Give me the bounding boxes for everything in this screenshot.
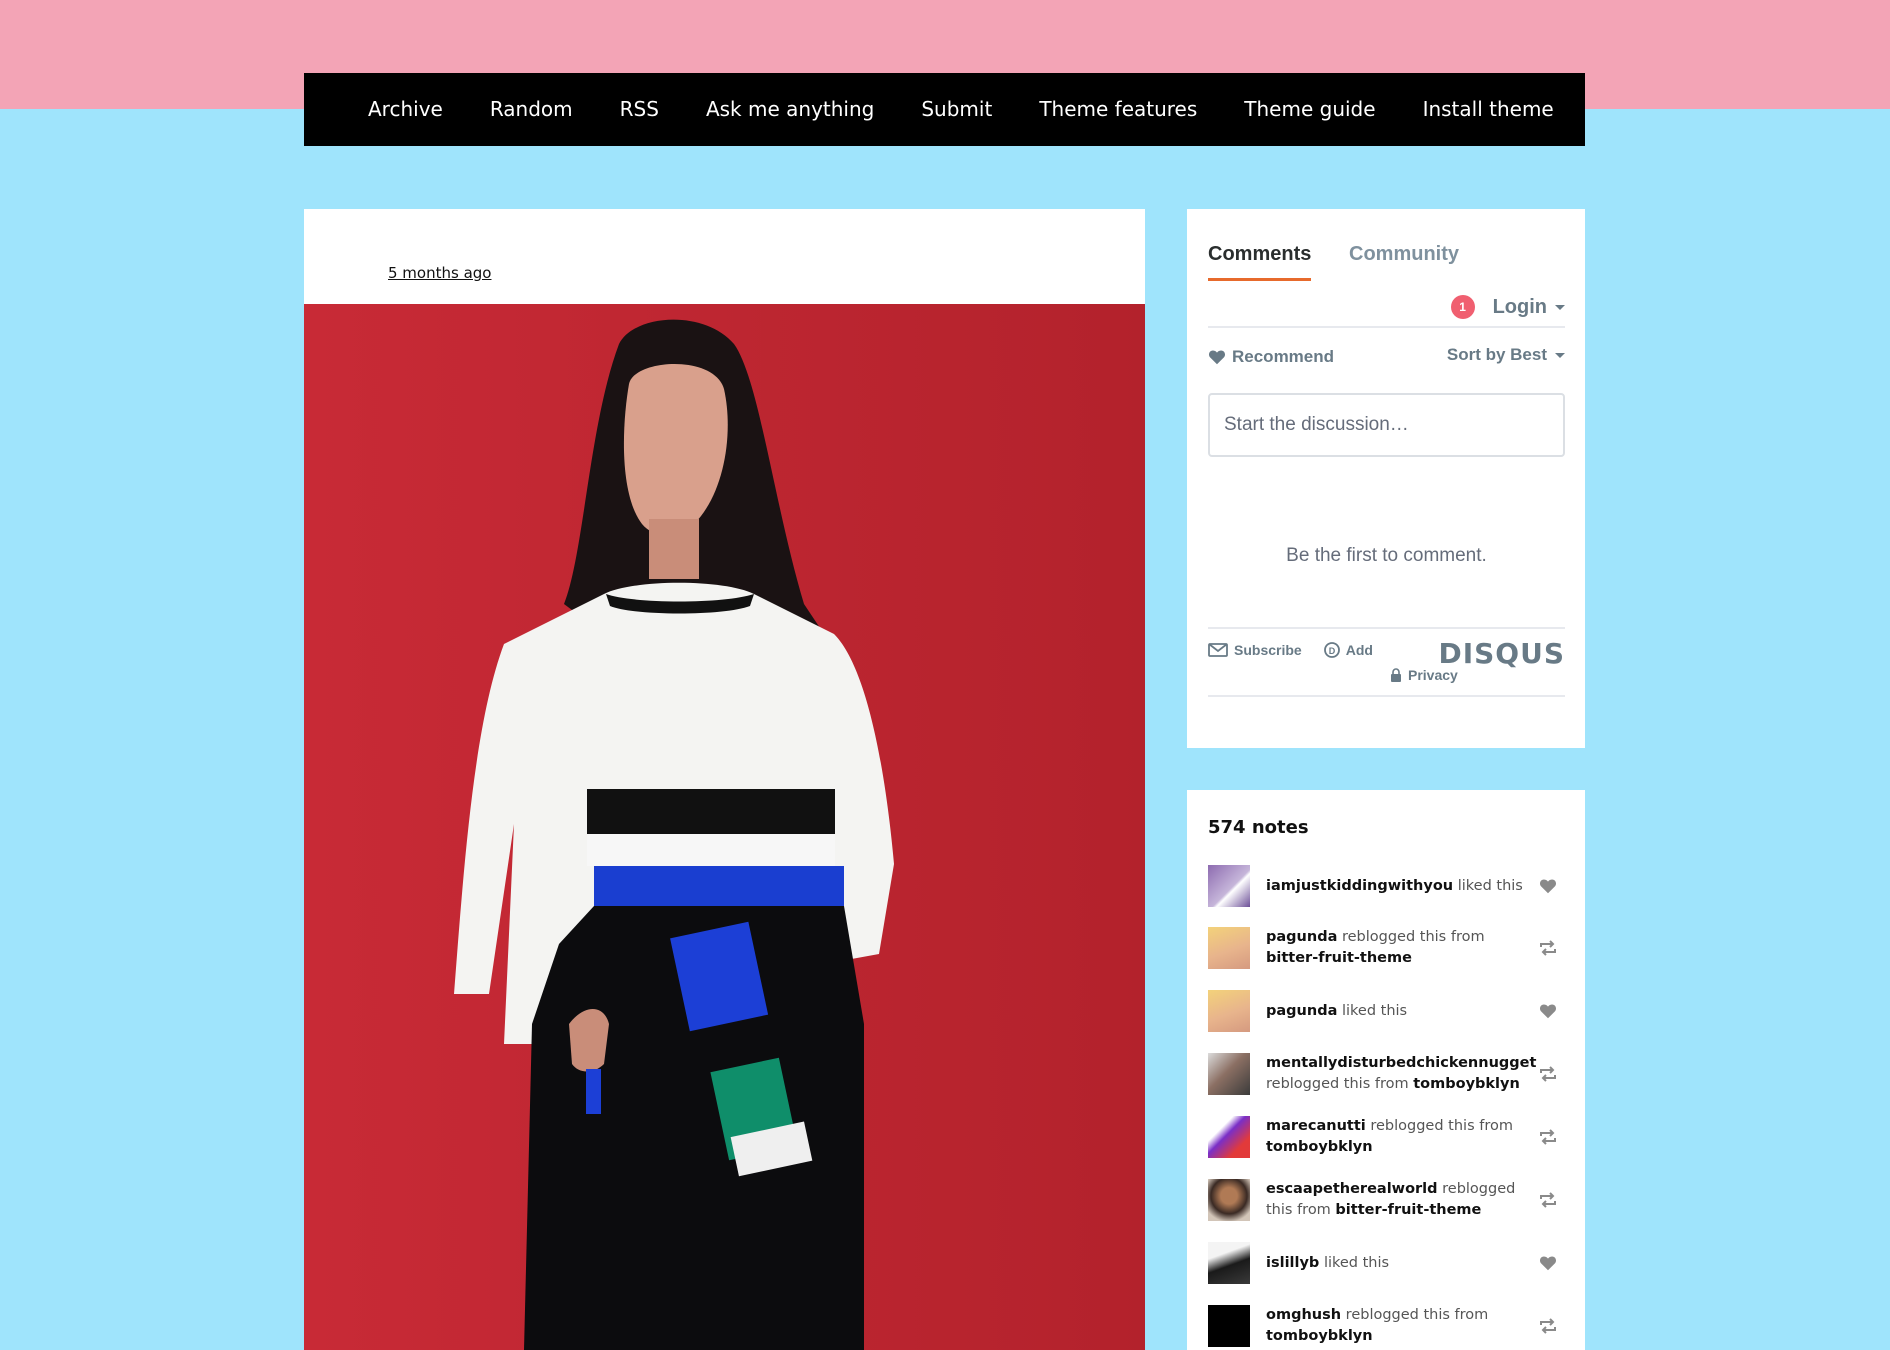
nav-random[interactable]: Random — [490, 73, 573, 146]
comments-tabs: Comments Community — [1208, 243, 1564, 283]
note-source[interactable]: bitter-fruit-theme — [1266, 950, 1412, 966]
list-item: omghush reblogged this from tomboybklyn — [1208, 1303, 1565, 1349]
avatar[interactable] — [1208, 1242, 1250, 1284]
recommend-label: Recommend — [1232, 347, 1335, 366]
list-item: escaapetherealworld reblogged this from … — [1208, 1177, 1565, 1223]
empty-comments-message: Be the first to comment. — [1286, 545, 1487, 566]
note-source[interactable]: tomboybklyn — [1413, 1076, 1520, 1092]
add-disqus-link[interactable]: D Add — [1323, 642, 1373, 658]
post-photo[interactable] — [304, 304, 1145, 1350]
svg-text:D: D — [1328, 646, 1335, 656]
lock-icon — [1391, 667, 1401, 682]
note-user[interactable]: pagunda — [1266, 1003, 1337, 1019]
nav-submit[interactable]: Submit — [921, 73, 992, 146]
reblog-icon[interactable] — [1539, 1192, 1557, 1208]
note-text: pagunda reblogged this from bitter-fruit… — [1266, 927, 1526, 969]
avatar[interactable] — [1208, 927, 1250, 969]
nav-ask-me-anything[interactable]: Ask me anything — [706, 73, 874, 146]
divider — [1208, 627, 1565, 629]
note-text: mentallydisturbedchickennugget reblogged… — [1266, 1053, 1536, 1095]
avatar[interactable] — [1208, 1305, 1250, 1347]
divider — [1208, 695, 1565, 697]
note-action: liked this — [1457, 877, 1523, 894]
note-action: reblogged this from — [1370, 1118, 1513, 1134]
avatar[interactable] — [1208, 1179, 1250, 1221]
note-source[interactable]: tomboybklyn — [1266, 1139, 1373, 1155]
note-action: reblogged this from — [1266, 1076, 1409, 1092]
chevron-down-icon — [1555, 304, 1565, 310]
comments-panel: Comments Community 1 Login Recommend Sor… — [1187, 209, 1585, 748]
notes-count: 574 notes — [1208, 817, 1309, 838]
envelope-icon — [1208, 643, 1228, 657]
subscribe-link[interactable]: Subscribe — [1208, 642, 1302, 658]
fashion-photo-image — [304, 304, 1145, 1350]
reblog-icon[interactable] — [1539, 1066, 1557, 1082]
note-text: iamjustkiddingwithyou liked this — [1266, 876, 1526, 897]
subscribe-label: Subscribe — [1234, 642, 1302, 658]
note-source[interactable]: bitter-fruit-theme — [1335, 1202, 1481, 1218]
nav-install-theme[interactable]: Install theme — [1423, 73, 1554, 146]
note-text: pagunda liked this — [1266, 1001, 1526, 1022]
note-user[interactable]: omghush — [1266, 1307, 1341, 1323]
login-dropdown[interactable]: 1 Login — [1450, 295, 1565, 319]
disqus-logo[interactable]: DISQUS — [1438, 637, 1565, 670]
recommend-button[interactable]: Recommend — [1208, 347, 1334, 367]
list-item: iamjustkiddingwithyou liked this — [1208, 863, 1565, 909]
sort-label: Sort by Best — [1446, 345, 1547, 364]
note-user[interactable]: mentallydisturbedchickennugget — [1266, 1055, 1536, 1071]
nav-archive[interactable]: Archive — [368, 73, 443, 146]
reblog-icon[interactable] — [1539, 1129, 1557, 1145]
note-user[interactable]: pagunda — [1266, 929, 1337, 945]
post-timestamp[interactable]: 5 months ago — [388, 264, 491, 282]
note-text: marecanutti reblogged this from tomboybk… — [1266, 1116, 1526, 1158]
list-item: islillyb liked this — [1208, 1240, 1565, 1286]
heart-icon[interactable] — [1539, 1003, 1557, 1019]
notification-badge[interactable]: 1 — [1450, 295, 1475, 319]
heart-icon[interactable] — [1539, 1255, 1557, 1271]
list-item: pagunda reblogged this from bitter-fruit… — [1208, 925, 1565, 971]
nav-theme-features[interactable]: Theme features — [1039, 73, 1197, 146]
notes-panel: 574 notes iamjustkiddingwithyou liked th… — [1187, 790, 1585, 1350]
avatar[interactable] — [1208, 1116, 1250, 1158]
avatar[interactable] — [1208, 865, 1250, 907]
list-item: pagunda liked this — [1208, 988, 1565, 1034]
tab-community[interactable]: Community — [1349, 243, 1459, 266]
heart-icon — [1208, 350, 1226, 365]
add-label: Add — [1345, 642, 1373, 658]
chevron-down-icon — [1555, 352, 1565, 358]
reblog-icon[interactable] — [1539, 940, 1557, 956]
note-user[interactable]: iamjustkiddingwithyou — [1266, 878, 1453, 894]
note-action: liked this — [1323, 1254, 1390, 1271]
comment-input[interactable] — [1208, 393, 1565, 457]
note-text: omghush reblogged this from tomboybklyn — [1266, 1305, 1526, 1347]
divider — [1208, 326, 1565, 328]
heart-icon[interactable] — [1539, 878, 1557, 894]
comments-footer: Subscribe D Add — [1208, 642, 1395, 658]
nav-rss[interactable]: RSS — [620, 73, 659, 146]
reblog-icon[interactable] — [1539, 1318, 1557, 1334]
post: 5 months ago — [304, 209, 1145, 1350]
note-text: islillyb liked this — [1266, 1253, 1526, 1274]
login-label: Login — [1492, 295, 1547, 318]
note-user[interactable]: marecanutti — [1266, 1118, 1366, 1134]
list-item: marecanutti reblogged this from tomboybk… — [1208, 1114, 1565, 1160]
avatar[interactable] — [1208, 1053, 1250, 1095]
tab-comments[interactable]: Comments — [1208, 243, 1312, 281]
sort-dropdown[interactable]: Sort by Best — [1447, 345, 1565, 365]
avatar[interactable] — [1208, 990, 1250, 1032]
note-action: liked this — [1341, 1002, 1408, 1019]
note-source[interactable]: tomboybklyn — [1266, 1328, 1373, 1344]
note-action: reblogged this from — [1345, 1307, 1489, 1323]
note-action: reblogged this from — [1341, 929, 1485, 945]
note-user[interactable]: escaapetherealworld — [1266, 1181, 1438, 1197]
note-user[interactable]: islillyb — [1266, 1255, 1319, 1271]
list-item: mentallydisturbedchickennugget reblogged… — [1208, 1051, 1565, 1097]
nav-theme-guide[interactable]: Theme guide — [1244, 73, 1375, 146]
note-text: escaapetherealworld reblogged this from … — [1266, 1179, 1526, 1221]
top-navigation: Archive Random RSS Ask me anything Submi… — [304, 73, 1585, 146]
disqus-d-icon: D — [1323, 642, 1340, 658]
